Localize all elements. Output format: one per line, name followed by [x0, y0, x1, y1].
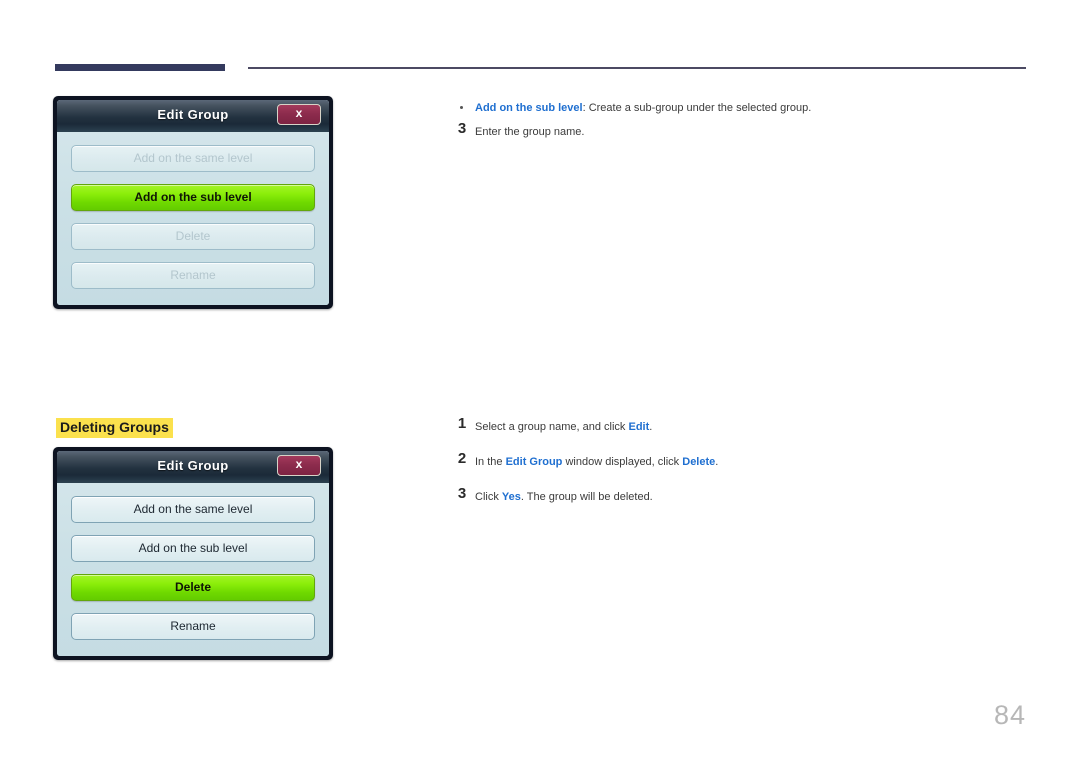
dialog-body: Add on the same level Add on the sub lev… [57, 483, 329, 656]
step-item-enter-group-name: 3 Enter the group name. [450, 120, 1030, 139]
step-text: Select a group name, and click Edit. [475, 421, 652, 433]
dialog-titlebar: Edit Group x [57, 451, 329, 483]
step-item-click-delete: 2 In the Edit Group window displayed, cl… [450, 450, 1030, 469]
dialog-body: Add on the same level Add on the sub lev… [57, 132, 329, 305]
step-number: 1 [457, 415, 467, 432]
emphasis-edit: Edit [628, 421, 650, 433]
button-add-on-the-same-level[interactable]: Add on the same level [71, 145, 315, 172]
emphasis-add-on-the-sub-level: Add on the sub level [475, 102, 583, 114]
step-number: 2 [457, 450, 467, 467]
bullet-item-add-on-sub-level: Add on the sub level: Create a sub-group… [450, 101, 1030, 115]
close-icon[interactable]: x [277, 104, 321, 125]
dialog-inner: Edit Group x Add on the same level Add o… [57, 100, 329, 305]
emphasis-edit-group: Edit Group [505, 456, 563, 468]
close-icon[interactable]: x [277, 455, 321, 476]
edit-group-dialog-sub-level: Edit Group x Add on the same level Add o… [53, 96, 333, 309]
step-number: 3 [457, 120, 467, 137]
step-text-before: In the [475, 456, 506, 468]
button-add-on-the-same-level[interactable]: Add on the same level [71, 496, 315, 523]
step-text-after: . [649, 421, 653, 433]
page-number: 84 [993, 700, 1026, 730]
edit-group-dialog-delete: Edit Group x Add on the same level Add o… [53, 447, 333, 660]
step-item-click-yes: 3 Click Yes. The group will be deleted. [450, 485, 1030, 504]
button-rename[interactable]: Rename [71, 613, 315, 640]
step-text: In the Edit Group window displayed, clic… [475, 456, 718, 468]
step-text: Click Yes. The group will be deleted. [475, 491, 653, 503]
step-number: 3 [457, 485, 467, 502]
step-text-middle: window displayed, click [562, 456, 683, 468]
header-rule-thick [55, 64, 225, 71]
dialog-inner: Edit Group x Add on the same level Add o… [57, 451, 329, 656]
manual-page: Edit Group x Add on the same level Add o… [0, 0, 1080, 763]
step-text: Enter the group name. [475, 126, 585, 138]
button-delete[interactable]: Delete [71, 223, 315, 250]
bullet-body: : Create a sub-group under the selected … [582, 102, 812, 114]
button-add-on-the-sub-level[interactable]: Add on the sub level [71, 535, 315, 562]
bullet-text: Add on the sub level: Create a sub-group… [475, 102, 811, 114]
step-text-before: Click [475, 491, 502, 503]
emphasis-yes: Yes [501, 491, 521, 503]
emphasis-delete: Delete [682, 456, 716, 468]
header-rule-thin [248, 67, 1026, 69]
bullet-dot-icon [460, 106, 463, 109]
section-heading-deleting-groups: Deleting Groups [56, 418, 173, 438]
step-text-after: . The group will be deleted. [520, 491, 653, 503]
button-rename[interactable]: Rename [71, 262, 315, 289]
step-item-select-group-name: 1 Select a group name, and click Edit. [450, 415, 1030, 434]
button-add-on-the-sub-level[interactable]: Add on the sub level [71, 184, 315, 211]
button-delete[interactable]: Delete [71, 574, 315, 601]
dialog-titlebar: Edit Group x [57, 100, 329, 132]
step-text-after: . [715, 456, 719, 468]
step-text-before: Select a group name, and click [475, 421, 629, 433]
